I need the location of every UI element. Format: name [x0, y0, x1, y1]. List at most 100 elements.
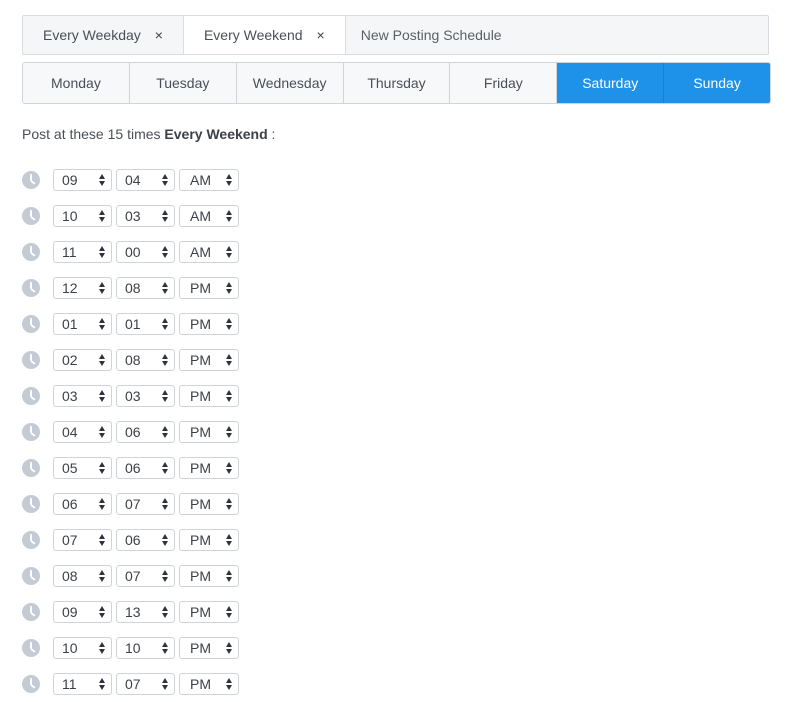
- minute-select[interactable]: 10: [116, 637, 175, 659]
- minute-select[interactable]: 13: [116, 601, 175, 623]
- ampm-select[interactable]: PM: [179, 385, 239, 407]
- select-arrows-icon: [226, 173, 232, 187]
- hour-select[interactable]: 09: [53, 601, 112, 623]
- tab-every-weekday[interactable]: Every Weekday ×: [23, 16, 183, 54]
- select-arrows-icon: [99, 281, 105, 295]
- minute-select[interactable]: 03: [116, 385, 175, 407]
- select-arrows-icon: [99, 641, 105, 655]
- select-arrows-icon: [162, 641, 168, 655]
- clock-icon: [22, 603, 40, 621]
- minute-select[interactable]: 08: [116, 349, 175, 371]
- time-row: 11 07 PM: [22, 666, 243, 702]
- hour-select[interactable]: 12: [53, 277, 112, 299]
- day-button-friday[interactable]: Friday: [450, 63, 558, 103]
- ampm-select[interactable]: PM: [179, 313, 239, 335]
- minute-select[interactable]: 01: [116, 313, 175, 335]
- ampm-select-value: PM: [190, 532, 211, 548]
- tab-new-posting-schedule[interactable]: New Posting Schedule: [346, 16, 522, 54]
- hour-select[interactable]: 10: [53, 205, 112, 227]
- select-arrows-icon: [162, 389, 168, 403]
- select-arrows-icon: [226, 461, 232, 475]
- day-button-tuesday[interactable]: Tuesday: [129, 63, 237, 103]
- ampm-select-value: PM: [190, 604, 211, 620]
- day-button-thursday[interactable]: Thursday: [343, 63, 451, 103]
- hour-select[interactable]: 04: [53, 421, 112, 443]
- ampm-select[interactable]: PM: [179, 529, 239, 551]
- hour-select[interactable]: 10: [53, 637, 112, 659]
- minute-select[interactable]: 06: [116, 457, 175, 479]
- ampm-select[interactable]: AM: [179, 205, 239, 227]
- hour-select[interactable]: 08: [53, 565, 112, 587]
- day-button-monday[interactable]: Monday: [23, 63, 130, 103]
- hour-select[interactable]: 05: [53, 457, 112, 479]
- tab-label: Every Weekend: [203, 27, 303, 43]
- minute-select[interactable]: 08: [116, 277, 175, 299]
- ampm-select[interactable]: AM: [179, 241, 239, 263]
- ampm-select-value: PM: [190, 316, 211, 332]
- minute-select-value: 10: [125, 640, 141, 656]
- day-button-sunday[interactable]: Sunday: [664, 63, 770, 103]
- ampm-select[interactable]: PM: [179, 457, 239, 479]
- hour-select[interactable]: 07: [53, 529, 112, 551]
- select-arrows-icon: [162, 677, 168, 691]
- ampm-select[interactable]: PM: [179, 349, 239, 371]
- time-row: 05 06 PM: [22, 450, 243, 486]
- minute-select-value: 06: [125, 460, 141, 476]
- clock-icon: [22, 351, 40, 369]
- day-button-saturday[interactable]: Saturday: [557, 63, 665, 103]
- select-arrows-icon: [226, 317, 232, 331]
- select-arrows-icon: [162, 173, 168, 187]
- ampm-select[interactable]: PM: [179, 421, 239, 443]
- ampm-select-value: PM: [190, 460, 211, 476]
- tab-label: New Posting Schedule: [360, 27, 502, 43]
- ampm-select[interactable]: PM: [179, 637, 239, 659]
- tab-every-weekend[interactable]: Every Weekend ×: [182, 16, 346, 54]
- minute-select[interactable]: 03: [116, 205, 175, 227]
- select-arrows-icon: [226, 353, 232, 367]
- minute-select[interactable]: 07: [116, 565, 175, 587]
- close-icon[interactable]: ×: [155, 27, 163, 43]
- clock-icon: [22, 315, 40, 333]
- day-button-wednesday[interactable]: Wednesday: [236, 63, 344, 103]
- ampm-select[interactable]: PM: [179, 673, 239, 695]
- caption-prefix: Post at these 15 times: [22, 126, 165, 142]
- hour-select[interactable]: 03: [53, 385, 112, 407]
- hour-select[interactable]: 09: [53, 169, 112, 191]
- time-row: 07 06 PM: [22, 522, 243, 558]
- select-arrows-icon: [162, 281, 168, 295]
- ampm-select-value: AM: [190, 244, 211, 260]
- tab-label: Every Weekday: [43, 27, 141, 43]
- hour-select[interactable]: 11: [53, 673, 112, 695]
- hour-select[interactable]: 01: [53, 313, 112, 335]
- minute-select[interactable]: 04: [116, 169, 175, 191]
- hour-select-value: 01: [62, 316, 78, 332]
- ampm-select[interactable]: AM: [179, 169, 239, 191]
- time-row: 10 03 AM: [22, 198, 243, 234]
- ampm-select-value: PM: [190, 352, 211, 368]
- time-row: 01 01 PM: [22, 306, 243, 342]
- minute-select[interactable]: 06: [116, 529, 175, 551]
- minute-select-value: 04: [125, 172, 141, 188]
- select-arrows-icon: [226, 389, 232, 403]
- select-arrows-icon: [99, 533, 105, 547]
- minute-select-value: 08: [125, 280, 141, 296]
- hour-select-value: 10: [62, 640, 78, 656]
- ampm-select[interactable]: PM: [179, 601, 239, 623]
- minute-select-value: 13: [125, 604, 141, 620]
- minute-select[interactable]: 06: [116, 421, 175, 443]
- minute-select[interactable]: 07: [116, 493, 175, 515]
- ampm-select[interactable]: PM: [179, 565, 239, 587]
- hour-select-value: 09: [62, 604, 78, 620]
- ampm-select[interactable]: PM: [179, 493, 239, 515]
- minute-select[interactable]: 00: [116, 241, 175, 263]
- close-icon[interactable]: ×: [317, 27, 325, 43]
- hour-select[interactable]: 11: [53, 241, 112, 263]
- hour-select[interactable]: 02: [53, 349, 112, 371]
- clock-icon: [22, 207, 40, 225]
- ampm-select[interactable]: PM: [179, 277, 239, 299]
- ampm-select-value: PM: [190, 496, 211, 512]
- minute-select[interactable]: 07: [116, 673, 175, 695]
- clock-icon: [22, 495, 40, 513]
- hour-select[interactable]: 06: [53, 493, 112, 515]
- caption-suffix: :: [267, 126, 276, 142]
